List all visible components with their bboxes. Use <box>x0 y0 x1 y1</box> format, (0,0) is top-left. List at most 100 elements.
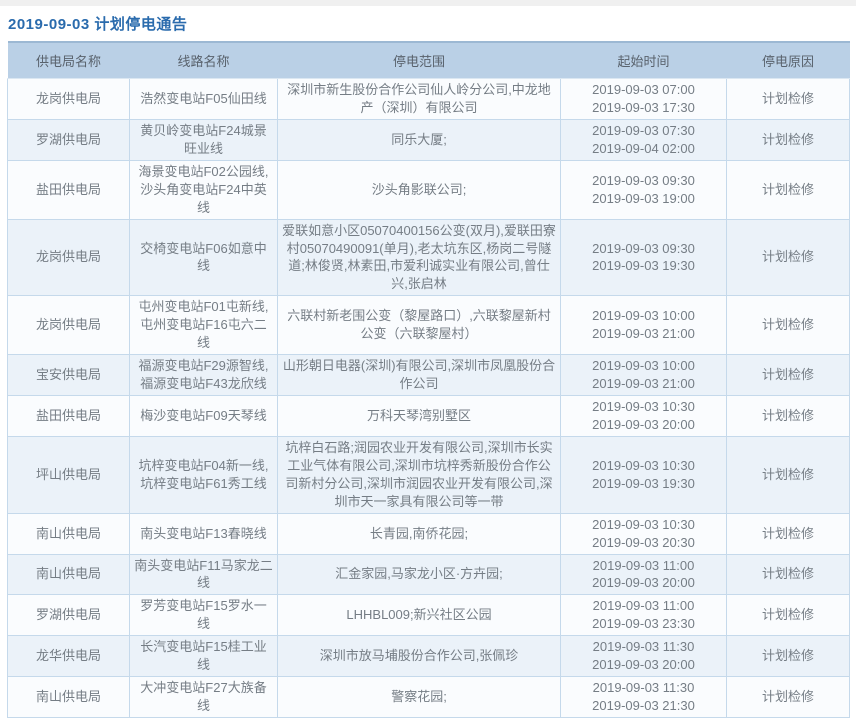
start-time: 2019-09-03 11:30 <box>565 638 722 656</box>
line-cell: 交椅变电站F06如意中线 <box>130 219 278 296</box>
line-cell: 海景变电站F02公园线,沙头角变电站F24中英线 <box>130 160 278 219</box>
scope-cell: 坑梓白石路;润园农业开发有限公司,深圳市长实工业气体有限公司,深圳市坑梓秀新股份… <box>278 436 561 513</box>
scope-cell: LHHBL009;新兴社区公园 <box>278 595 561 636</box>
time-cell: 2019-09-03 10:302019-09-03 19:30 <box>561 436 727 513</box>
line-cell: 黄贝岭变电站F24城景旺业线 <box>130 119 278 160</box>
scope-cell: 六联村新老围公变（黎屋路口）,六联黎屋新村公变（六联黎屋村） <box>278 296 561 355</box>
reason-cell: 计划检修 <box>727 355 850 396</box>
scope-cell: 同乐大厦; <box>278 119 561 160</box>
table-row: 盐田供电局海景变电站F02公园线,沙头角变电站F24中英线沙头角影联公司;201… <box>8 160 850 219</box>
outage-table-body: 龙岗供电局浩然变电站F05仙田线深圳市新生股份合作公司仙人岭分公司,中龙地产（深… <box>8 79 850 718</box>
time-cell: 2019-09-03 10:302019-09-03 20:30 <box>561 513 727 554</box>
table-row: 宝安供电局福源变电站F29源智线,福源变电站F43龙欣线山形朝日电器(深圳)有限… <box>8 355 850 396</box>
end-time: 2019-09-03 20:00 <box>565 574 722 592</box>
time-cell: 2019-09-03 07:002019-09-03 17:30 <box>561 79 727 120</box>
end-time: 2019-09-03 20:00 <box>565 416 722 434</box>
table-row: 罗湖供电局罗芳变电站F15罗水一线LHHBL009;新兴社区公园2019-09-… <box>8 595 850 636</box>
bureau-cell: 南山供电局 <box>8 677 130 718</box>
table-row: 南山供电局南头变电站F11马家龙二线汇金家园,马家龙小区·方卉园;2019-09… <box>8 554 850 595</box>
start-time: 2019-09-03 10:30 <box>565 398 722 416</box>
start-time: 2019-09-03 11:00 <box>565 597 722 615</box>
scope-cell: 爱联如意小区05070400156公变(双月),爱联田寮村05070490091… <box>278 219 561 296</box>
line-cell: 南头变电站F13春晓线 <box>130 513 278 554</box>
start-time: 2019-09-03 07:00 <box>565 81 722 99</box>
line-cell: 南头变电站F11马家龙二线 <box>130 554 278 595</box>
table-row: 坪山供电局坑梓变电站F04新一线,坑梓变电站F61秀工线坑梓白石路;润园农业开发… <box>8 436 850 513</box>
scope-cell: 山形朝日电器(深圳)有限公司,深圳市凤凰股份合作公司 <box>278 355 561 396</box>
start-time: 2019-09-03 09:30 <box>565 240 722 258</box>
reason-cell: 计划检修 <box>727 119 850 160</box>
outage-table-header: 供电局名称 线路名称 停电范围 起始时间 停电原因 <box>8 42 850 79</box>
reason-cell: 计划检修 <box>727 296 850 355</box>
reason-cell: 计划检修 <box>727 554 850 595</box>
start-time: 2019-09-03 10:00 <box>565 307 722 325</box>
bureau-cell: 罗湖供电局 <box>8 595 130 636</box>
scope-cell: 汇金家园,马家龙小区·方卉园; <box>278 554 561 595</box>
reason-cell: 计划检修 <box>727 636 850 677</box>
line-cell: 坑梓变电站F04新一线,坑梓变电站F61秀工线 <box>130 436 278 513</box>
scope-cell: 警察花园; <box>278 677 561 718</box>
reason-cell: 计划检修 <box>727 436 850 513</box>
time-cell: 2019-09-03 11:302019-09-03 20:00 <box>561 636 727 677</box>
reason-cell: 计划检修 <box>727 219 850 296</box>
line-cell: 福源变电站F29源智线,福源变电站F43龙欣线 <box>130 355 278 396</box>
table-row: 龙岗供电局屯州变电站F01屯新线,屯州变电站F16屯六二线六联村新老围公变（黎屋… <box>8 296 850 355</box>
end-time: 2019-09-03 21:00 <box>565 375 722 393</box>
reason-cell: 计划检修 <box>727 396 850 437</box>
table-row: 南山供电局南头变电站F13春晓线长青园,南侨花园;2019-09-03 10:3… <box>8 513 850 554</box>
reason-cell: 计划检修 <box>727 79 850 120</box>
time-cell: 2019-09-03 09:302019-09-03 19:30 <box>561 219 727 296</box>
scope-cell: 深圳市新生股份合作公司仙人岭分公司,中龙地产（深圳）有限公司 <box>278 79 561 120</box>
bureau-cell: 南山供电局 <box>8 554 130 595</box>
line-cell: 屯州变电站F01屯新线,屯州变电站F16屯六二线 <box>130 296 278 355</box>
end-time: 2019-09-03 17:30 <box>565 99 722 117</box>
scope-cell: 长青园,南侨花园; <box>278 513 561 554</box>
time-cell: 2019-09-03 10:302019-09-03 20:00 <box>561 396 727 437</box>
header-row: 供电局名称 线路名称 停电范围 起始时间 停电原因 <box>8 42 850 79</box>
time-cell: 2019-09-03 10:002019-09-03 21:00 <box>561 355 727 396</box>
table-row: 龙华供电局长汽变电站F15桂工业线深圳市放马埔股份合作公司,张佩珍2019-09… <box>8 636 850 677</box>
start-time: 2019-09-03 10:30 <box>565 457 722 475</box>
bureau-cell: 龙岗供电局 <box>8 79 130 120</box>
start-time: 2019-09-03 10:30 <box>565 516 722 534</box>
line-cell: 梅沙变电站F09天琴线 <box>130 396 278 437</box>
scope-cell: 沙头角影联公司; <box>278 160 561 219</box>
start-time: 2019-09-03 10:00 <box>565 357 722 375</box>
line-cell: 大冲变电站F27大族备线 <box>130 677 278 718</box>
bureau-cell: 盐田供电局 <box>8 160 130 219</box>
start-time: 2019-09-03 11:30 <box>565 679 722 697</box>
scope-cell: 深圳市放马埔股份合作公司,张佩珍 <box>278 636 561 677</box>
table-row: 南山供电局大冲变电站F27大族备线警察花园;2019-09-03 11:3020… <box>8 677 850 718</box>
table-row: 龙岗供电局交椅变电站F06如意中线爱联如意小区05070400156公变(双月)… <box>8 219 850 296</box>
time-cell: 2019-09-03 11:002019-09-03 23:30 <box>561 595 727 636</box>
bureau-cell: 宝安供电局 <box>8 355 130 396</box>
column-header-scope: 停电范围 <box>278 42 561 79</box>
line-cell: 长汽变电站F15桂工业线 <box>130 636 278 677</box>
start-time: 2019-09-03 09:30 <box>565 172 722 190</box>
bureau-cell: 罗湖供电局 <box>8 119 130 160</box>
time-cell: 2019-09-03 10:002019-09-03 21:00 <box>561 296 727 355</box>
page-title: 2019-09-03 计划停电通告 <box>8 13 856 34</box>
time-cell: 2019-09-03 11:002019-09-03 20:00 <box>561 554 727 595</box>
bureau-cell: 龙岗供电局 <box>8 296 130 355</box>
end-time: 2019-09-03 19:30 <box>565 475 722 493</box>
reason-cell: 计划检修 <box>727 595 850 636</box>
line-cell: 罗芳变电站F15罗水一线 <box>130 595 278 636</box>
table-row: 龙岗供电局浩然变电站F05仙田线深圳市新生股份合作公司仙人岭分公司,中龙地产（深… <box>8 79 850 120</box>
table-row: 盐田供电局梅沙变电站F09天琴线万科天琴湾别墅区2019-09-03 10:30… <box>8 396 850 437</box>
end-time: 2019-09-03 21:30 <box>565 697 722 715</box>
bureau-cell: 坪山供电局 <box>8 436 130 513</box>
end-time: 2019-09-03 21:00 <box>565 325 722 343</box>
column-header-bureau: 供电局名称 <box>8 42 130 79</box>
end-time: 2019-09-03 19:30 <box>565 257 722 275</box>
bureau-cell: 龙岗供电局 <box>8 219 130 296</box>
start-time: 2019-09-03 07:30 <box>565 122 722 140</box>
column-header-time: 起始时间 <box>561 42 727 79</box>
reason-cell: 计划检修 <box>727 160 850 219</box>
table-row: 罗湖供电局黄贝岭变电站F24城景旺业线同乐大厦;2019-09-03 07:30… <box>8 119 850 160</box>
column-header-reason: 停电原因 <box>727 42 850 79</box>
line-cell: 浩然变电站F05仙田线 <box>130 79 278 120</box>
outage-table: 供电局名称 线路名称 停电范围 起始时间 停电原因 龙岗供电局浩然变电站F05仙… <box>7 41 850 718</box>
time-cell: 2019-09-03 09:302019-09-03 19:00 <box>561 160 727 219</box>
end-time: 2019-09-03 19:00 <box>565 190 722 208</box>
